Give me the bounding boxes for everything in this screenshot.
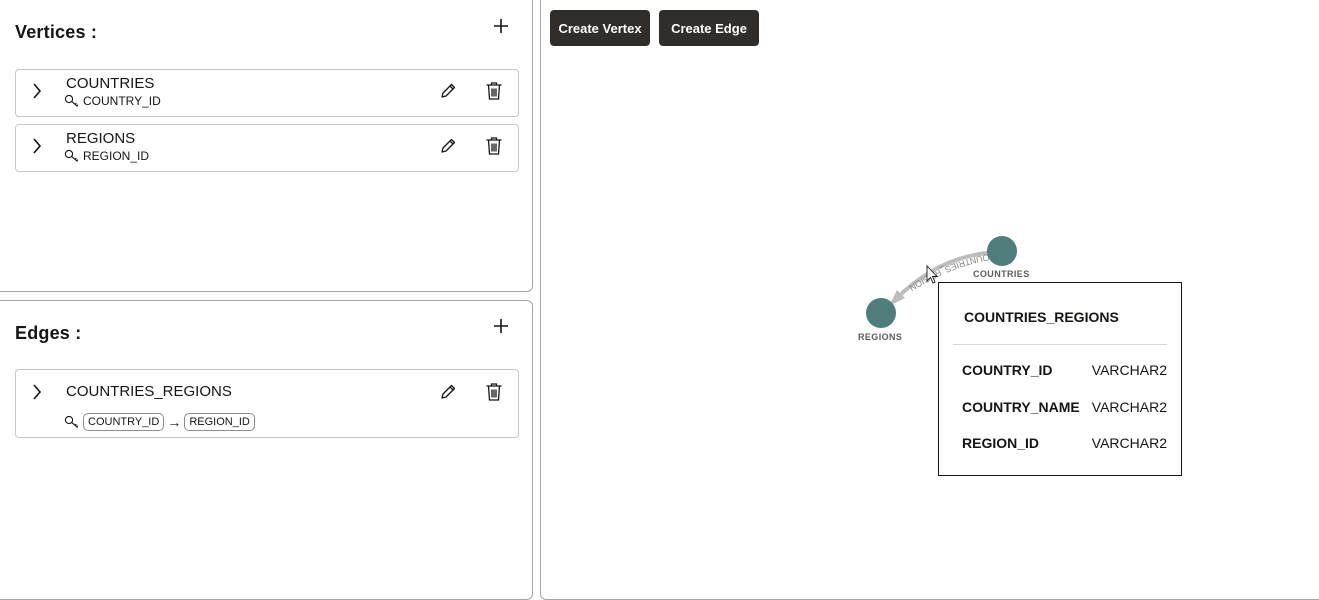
delete-vertex-button[interactable] — [483, 81, 505, 106]
vertex-name: COUNTRIES — [66, 75, 155, 92]
delete-edge-button[interactable] — [483, 382, 505, 407]
graph-canvas-panel[interactable]: Create Vertex Create Edge COUNTRIES_REGI… — [540, 0, 1319, 600]
edge-keys: COUNTRY_ID → REGION_ID — [64, 413, 255, 431]
chevron-right-icon — [32, 383, 42, 405]
vertex-name: REGIONS — [66, 130, 136, 147]
node-label-regions: REGIONS — [858, 332, 903, 342]
trash-icon — [485, 136, 503, 161]
tooltip-column-row: REGION_ID VARCHAR2 — [962, 435, 1167, 451]
graph-canvas[interactable]: COUNTRIES_REGION — [541, 0, 1319, 591]
vertices-panel: Vertices : COUNTRIES COUNTRY_ID REGIONS … — [0, 0, 533, 292]
pencil-icon — [439, 383, 457, 406]
edit-vertex-button[interactable] — [437, 137, 459, 159]
vertex-key: REGION_ID — [64, 149, 149, 163]
target-key-pill: REGION_ID — [184, 413, 255, 431]
tooltip-column-row: COUNTRY_NAME VARCHAR2 — [962, 399, 1167, 415]
chevron-right-icon — [32, 137, 42, 159]
vertices-title: Vertices : — [15, 22, 98, 42]
chevron-right-icon — [32, 82, 42, 104]
plus-icon — [493, 18, 509, 39]
vertex-card-regions: REGIONS REGION_ID — [15, 124, 519, 172]
column-type: VARCHAR2 — [1091, 399, 1167, 415]
key-icon — [64, 149, 80, 163]
add-vertex-button[interactable] — [490, 17, 512, 39]
column-name: COUNTRY_NAME — [962, 399, 1080, 415]
edit-edge-button[interactable] — [437, 383, 459, 405]
node-label-countries: COUNTRIES — [973, 269, 1030, 279]
vertex-key-label: REGION_ID — [83, 149, 150, 163]
expand-button[interactable] — [29, 137, 45, 159]
edges-panel: Edges : COUNTRIES_REGIONS COUNTRY_ID → R… — [0, 300, 533, 600]
vertex-card-countries: COUNTRIES COUNTRY_ID — [15, 69, 519, 117]
column-type: VARCHAR2 — [1091, 362, 1167, 378]
edge-tooltip: COUNTRIES_REGIONS COUNTRY_ID VARCHAR2 CO… — [938, 282, 1182, 476]
column-name: COUNTRY_ID — [962, 362, 1053, 378]
pencil-icon — [439, 82, 457, 105]
tooltip-title: COUNTRIES_REGIONS — [964, 309, 1119, 325]
add-edge-button[interactable] — [490, 317, 512, 339]
edit-vertex-button[interactable] — [437, 82, 459, 104]
arrow-right-icon: → — [167, 414, 182, 430]
edge-card-countries-regions: COUNTRIES_REGIONS COUNTRY_ID → REGION_ID — [15, 369, 519, 438]
key-icon — [64, 94, 80, 108]
edge-name: COUNTRIES_REGIONS — [66, 383, 232, 400]
expand-button[interactable] — [29, 82, 45, 104]
source-key-pill: COUNTRY_ID — [83, 413, 165, 431]
vertex-key: COUNTRY_ID — [64, 94, 161, 108]
key-icon — [64, 415, 80, 429]
trash-icon — [485, 382, 503, 407]
column-type: VARCHAR2 — [1091, 435, 1167, 451]
expand-button[interactable] — [29, 383, 45, 405]
graph-node-countries[interactable] — [987, 236, 1017, 266]
delete-vertex-button[interactable] — [483, 136, 505, 161]
column-name: REGION_ID — [962, 435, 1040, 451]
tooltip-divider — [953, 344, 1167, 345]
vertex-key-label: COUNTRY_ID — [83, 94, 161, 108]
trash-icon — [485, 81, 503, 106]
tooltip-column-row: COUNTRY_ID VARCHAR2 — [962, 362, 1167, 378]
plus-icon — [493, 318, 509, 339]
pencil-icon — [439, 137, 457, 160]
edges-title: Edges : — [15, 323, 82, 343]
graph-node-regions[interactable] — [866, 298, 896, 328]
